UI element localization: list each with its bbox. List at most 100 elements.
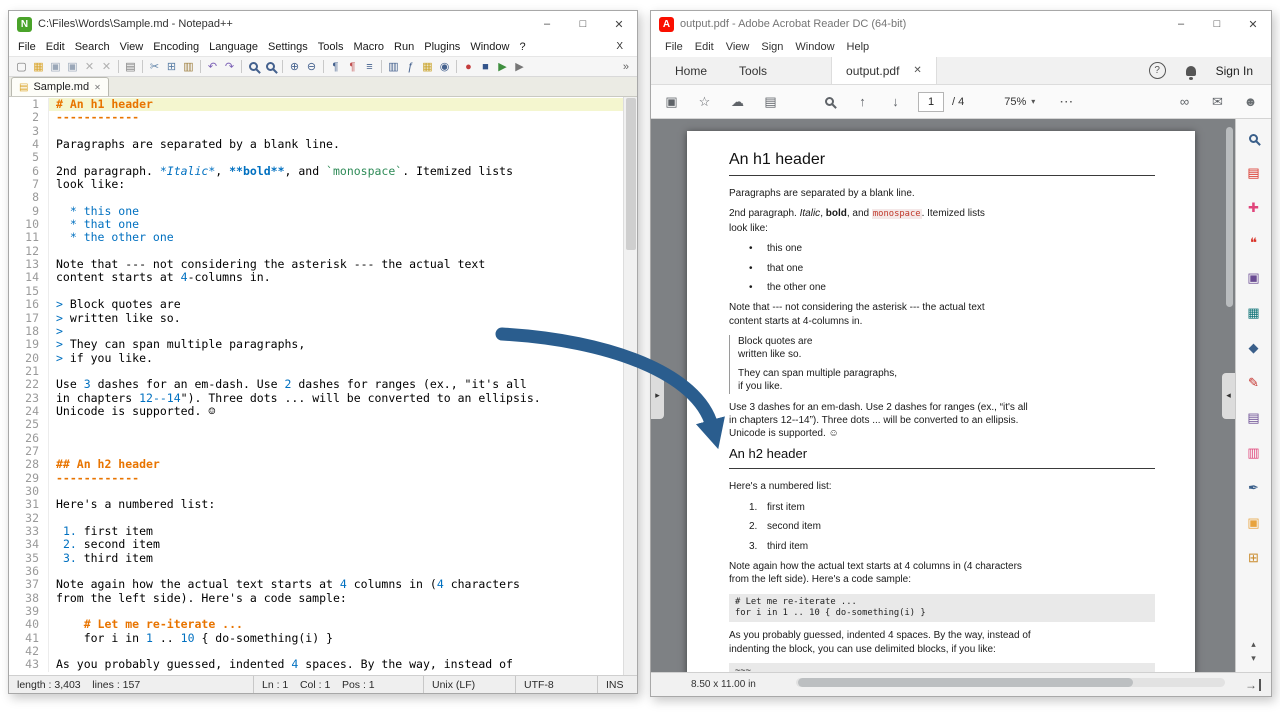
toolbar-overflow-chevron-icon[interactable]: »	[623, 61, 633, 73]
measure-tool-icon[interactable]: ⊞	[1245, 549, 1263, 567]
editor-line-42[interactable]: 42	[9, 645, 623, 658]
npp-menu-encoding[interactable]: Encoding	[148, 39, 204, 55]
editor-line-37[interactable]: 37Note again how the actual text starts …	[9, 578, 623, 591]
editor-line-28[interactable]: 28## An h2 header	[9, 458, 623, 471]
npp-menu-window[interactable]: Window	[465, 39, 514, 55]
acr-menu-file[interactable]: File	[659, 39, 689, 55]
acr-titlebar[interactable]: A output.pdf - Adobe Acrobat Reader DC (…	[651, 11, 1271, 37]
zoom-dropdown-caret-icon[interactable]: ▾	[1031, 97, 1035, 106]
npp-menu-run[interactable]: Run	[389, 39, 419, 55]
editor-line-7[interactable]: 7look like:	[9, 178, 623, 191]
tab-tools[interactable]: Tools	[723, 57, 783, 84]
word-wrap-icon[interactable]: ¶	[327, 58, 344, 75]
close-all-icon[interactable]: ✕	[98, 58, 115, 75]
undo-icon[interactable]: ↶	[204, 58, 221, 75]
create-pdf-tool-icon[interactable]: ✚	[1245, 199, 1263, 217]
npp-editor-scrollbar[interactable]	[623, 97, 637, 675]
editor-line-29[interactable]: 29------------	[9, 472, 623, 485]
editor-line-1[interactable]: 1# An h1 header	[9, 98, 623, 111]
npp-menu-edit[interactable]: Edit	[41, 39, 70, 55]
editor-line-18[interactable]: 18>	[9, 325, 623, 338]
npp-menu-close-x[interactable]: X	[616, 41, 633, 52]
editor-line-22[interactable]: 22Use 3 dashes for an em-dash. Use 2 das…	[9, 378, 623, 391]
editor-line-24[interactable]: 24Unicode is supported. ☺	[9, 405, 623, 418]
editor-line-41[interactable]: 41 for i in 1 .. 10 { do-something(i) }	[9, 632, 623, 645]
editor-line-26[interactable]: 26	[9, 432, 623, 445]
document-map-icon[interactable]: ▥	[385, 58, 402, 75]
copy-icon[interactable]: ⊞	[163, 58, 180, 75]
acr-doctab-close-icon[interactable]: ✕	[913, 65, 921, 76]
replace-icon[interactable]	[262, 58, 279, 75]
combine-files-tool-icon[interactable]: ▣	[1245, 269, 1263, 287]
save-all-icon[interactable]: ▣	[64, 58, 81, 75]
cut-icon[interactable]: ✂	[146, 58, 163, 75]
print-icon[interactable]: ▤	[762, 93, 779, 110]
monitoring-icon[interactable]: ◉	[436, 58, 453, 75]
editor-line-11[interactable]: 11 * the other one	[9, 231, 623, 244]
editor-line-13[interactable]: 13Note that --- not considering the aste…	[9, 258, 623, 271]
editor-line-33[interactable]: 33 1. first item	[9, 525, 623, 538]
npp-editor-lines[interactable]: 1# An h1 header2------------34Paragraphs…	[9, 98, 623, 675]
editor-line-30[interactable]: 30	[9, 485, 623, 498]
npp-close-button[interactable]: ✕	[601, 11, 637, 37]
npp-menu-settings[interactable]: Settings	[263, 39, 313, 55]
editor-line-35[interactable]: 35 3. third item	[9, 552, 623, 565]
editor-line-21[interactable]: 21	[9, 365, 623, 378]
organize-pages-tool-icon[interactable]: ▦	[1245, 304, 1263, 322]
zoom-out-icon[interactable]: ⊖	[303, 58, 320, 75]
search-tool-icon[interactable]	[1245, 129, 1263, 147]
editor-line-16[interactable]: 16> Block quotes are	[9, 298, 623, 311]
notifications-bell-icon[interactable]	[1186, 66, 1196, 76]
zoom-out-tool-icon[interactable]	[821, 93, 838, 110]
acr-menu-help[interactable]: Help	[841, 39, 876, 55]
npp-titlebar[interactable]: N C:\Files\Words\Sample.md - Notepad++ –…	[9, 11, 637, 37]
editor-line-3[interactable]: 3	[9, 125, 623, 138]
editor-line-9[interactable]: 9 * this one	[9, 205, 623, 218]
cloud-upload-icon[interactable]: ☁	[729, 93, 746, 110]
editor-line-10[interactable]: 10 * that one	[9, 218, 623, 231]
folder-as-workspace-icon[interactable]: ▦	[419, 58, 436, 75]
acr-menu-window[interactable]: Window	[789, 39, 840, 55]
run-macro-multiple-icon[interactable]: ▶	[511, 58, 528, 75]
share-link-icon[interactable]: ∞	[1176, 93, 1193, 110]
acr-hscroll-thumb[interactable]	[798, 678, 1133, 687]
edit-pdf-tool-icon[interactable]: ✎	[1245, 374, 1263, 392]
tab-home[interactable]: Home	[659, 57, 723, 84]
more-tools-button[interactable]: ⋯	[1059, 93, 1073, 110]
indent-guide-icon[interactable]: ≡	[361, 58, 378, 75]
acr-vertical-scrollbar[interactable]	[1225, 119, 1234, 672]
editor-line-8[interactable]: 8	[9, 191, 623, 204]
editor-line-31[interactable]: 31Here's a numbered list:	[9, 498, 623, 511]
stop-macro-icon[interactable]: ■	[477, 58, 494, 75]
acr-menu-view[interactable]: View	[720, 39, 756, 55]
npp-menu-macro[interactable]: Macro	[348, 39, 389, 55]
redo-icon[interactable]: ↷	[221, 58, 238, 75]
editor-line-32[interactable]: 32	[9, 512, 623, 525]
editor-line-25[interactable]: 25	[9, 418, 623, 431]
editor-line-6[interactable]: 62nd paragraph. *Italic*, **bold**, and …	[9, 165, 623, 178]
page-down-icon[interactable]: ↓	[887, 93, 904, 110]
sign-in-button[interactable]: Sign In	[1216, 64, 1253, 78]
editor-line-2[interactable]: 2------------	[9, 111, 623, 124]
find-icon[interactable]	[245, 58, 262, 75]
npp-menu-search[interactable]: Search	[70, 39, 115, 55]
stamp-tool-icon[interactable]: ▣	[1245, 514, 1263, 532]
page-up-icon[interactable]: ↑	[854, 93, 871, 110]
acr-maximize-button[interactable]: □	[1199, 11, 1235, 37]
left-panel-toggle[interactable]: ▸	[651, 373, 664, 419]
record-macro-icon[interactable]: ●	[460, 58, 477, 75]
email-icon[interactable]: ✉	[1209, 93, 1226, 110]
page-number-input[interactable]	[918, 92, 944, 112]
editor-line-15[interactable]: 15	[9, 285, 623, 298]
npp-menu-tools[interactable]: Tools	[313, 39, 349, 55]
save-icon[interactable]: ▣	[47, 58, 64, 75]
acr-vscroll-thumb[interactable]	[1226, 127, 1233, 307]
zoom-control[interactable]: 75% ▾	[1004, 96, 1035, 108]
editor-line-34[interactable]: 34 2. second item	[9, 538, 623, 551]
account-avatar-icon[interactable]: ☻	[1242, 93, 1259, 110]
prepare-form-tool-icon[interactable]: ▤	[1245, 409, 1263, 427]
editor-line-38[interactable]: 38from the left side). Here's a code sam…	[9, 592, 623, 605]
sidebar-collapse-up-icon[interactable]: ▴	[1251, 639, 1256, 650]
acr-close-button[interactable]: ✕	[1235, 11, 1271, 37]
zoom-in-icon[interactable]: ⊕	[286, 58, 303, 75]
